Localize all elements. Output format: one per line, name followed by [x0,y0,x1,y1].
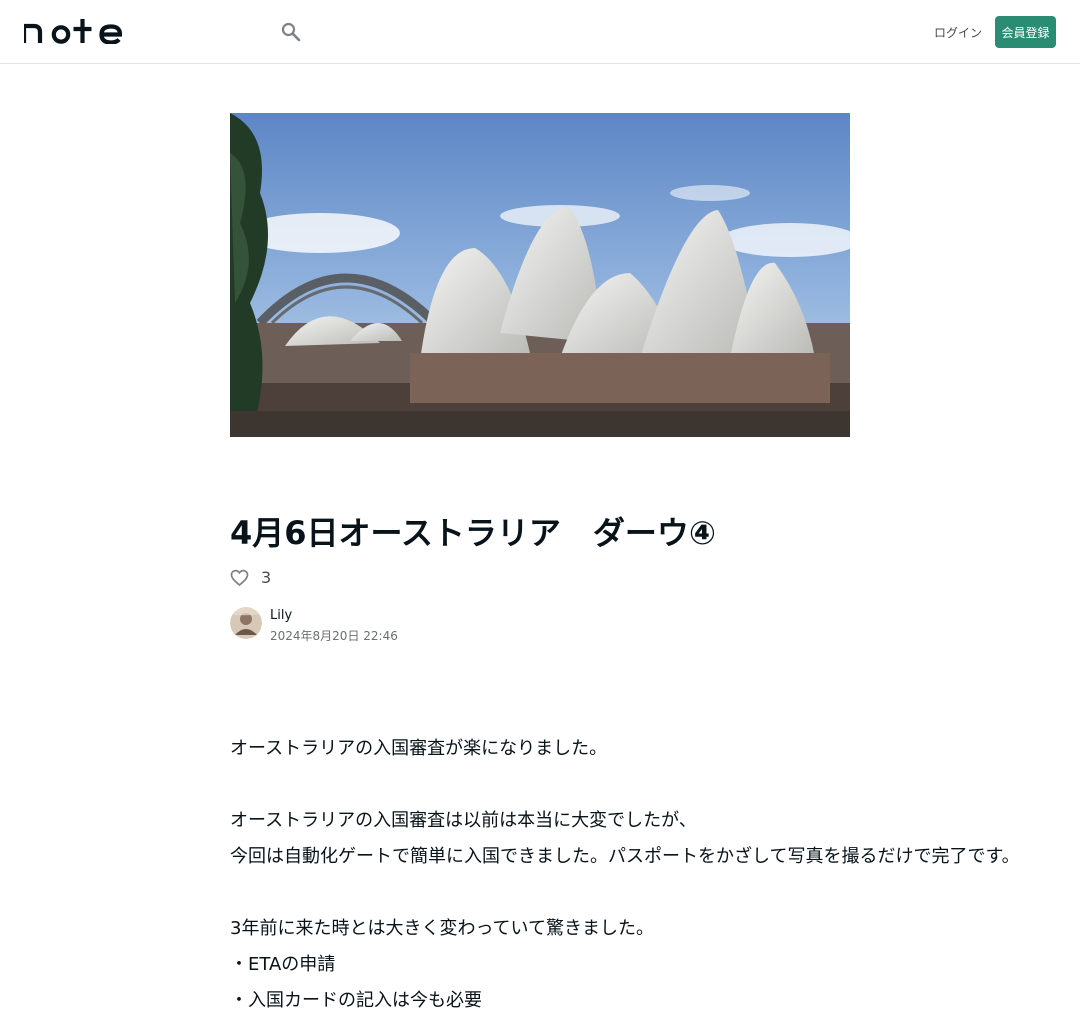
like-bar: 3 [230,566,271,588]
body-line: オーストラリアの入国審査は以前は本当に大変でしたが、 [230,810,697,831]
heart-icon[interactable] [230,569,249,587]
body-paragraph: オーストラリアの入国審査は以前は本当に大変でしたが、 今回は自動化ゲートで簡単に… [230,803,1020,875]
body-line: ・入国カードの記入は今も必要 [230,990,482,1011]
hero-image-opera-house [230,113,850,437]
site-header: ログイン 会員登録 [0,0,1080,64]
article-body: オーストラリアの入国審査が楽になりました。 オーストラリアの入国審査は以前は本当… [230,731,1020,1019]
article-title: 4月6日オーストラリア ダーウ④ [230,514,717,552]
like-count[interactable]: 3 [261,568,271,587]
body-line: 3年前に来た時とは大きく変わっていて驚きました。 [230,918,655,939]
avatar[interactable] [230,607,262,639]
body-paragraph: 3年前に来た時とは大きく変わっていて驚きました。 ・ETAの申請 ・入国カードの… [230,911,850,1019]
author-name[interactable]: Lily [270,608,292,623]
body-line: 今回は自動化ゲートで簡単に入国できました。パスポートをかざして写真を撮るだけで完… [230,846,1020,867]
body-line: オーストラリアの入国審査が楽になりました。 [230,738,608,759]
post-date: 2024年8月20日 22:46 [270,629,398,643]
login-link[interactable]: ログイン [934,24,982,41]
note-logo-icon[interactable] [24,18,122,44]
body-line: ・ETAの申請 [230,954,336,975]
search-icon[interactable] [281,22,301,42]
body-paragraph: オーストラリアの入国審査が楽になりました。 [230,731,850,767]
signup-button[interactable]: 会員登録 [995,16,1056,48]
